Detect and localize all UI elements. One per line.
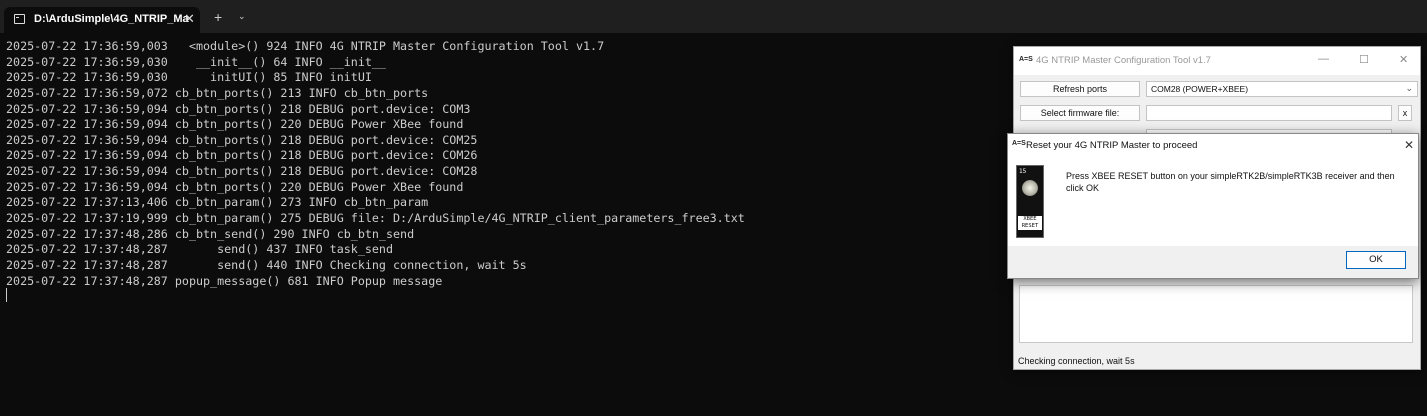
new-tab-button[interactable]: + — [214, 9, 222, 25]
terminal-line: 2025-07-22 17:37:48,287 send() 440 INFO … — [6, 257, 527, 272]
select-firmware-button[interactable]: Select firmware file: — [1020, 105, 1140, 121]
terminal-line: 2025-07-22 17:36:59,094 cb_btn_ports() 2… — [6, 132, 478, 147]
chevron-down-icon: ⌄ — [1405, 83, 1413, 93]
refresh-ports-button[interactable]: Refresh ports — [1020, 81, 1140, 97]
close-icon[interactable]: ✕ — [1399, 53, 1408, 66]
port-select[interactable]: COM28 (POWER+XBEE) ⌄ — [1146, 81, 1418, 97]
terminal-line: 2025-07-22 17:37:19,999 cb_btn_param() 2… — [6, 211, 745, 226]
popup-titlebar: A=S Reset your 4G NTRIP Master to procee… — [1008, 134, 1418, 158]
terminal-line: 2025-07-22 17:37:48,287 popup_message() … — [6, 273, 443, 288]
chevron-down-icon[interactable]: ⌄ — [238, 11, 246, 22]
terminal-line: 2025-07-22 17:36:59,094 cb_btn_ports() 2… — [6, 101, 471, 116]
close-icon[interactable]: ✕ — [184, 11, 195, 27]
terminal-line: 2025-07-22 17:37:48,287 send() 437 INFO … — [6, 242, 394, 257]
terminal-line: 2025-07-22 17:36:59,030 __init__() 64 IN… — [6, 54, 386, 69]
terminal-output: 2025-07-22 17:36:59,003 <module>() 924 I… — [6, 39, 745, 289]
ardusimple-logo-icon: A=S — [1019, 56, 1033, 63]
popup-message: Press XBEE RESET button on your simpleRT… — [1066, 171, 1395, 193]
firmware-path-field[interactable] — [1146, 105, 1392, 121]
terminal-line: 2025-07-22 17:36:59,094 cb_btn_ports() 2… — [6, 148, 478, 163]
terminal-line: 2025-07-22 17:36:59,003 <module>() 924 I… — [6, 39, 605, 53]
terminal-tab-strip: D:\ArduSimple\4G_NTRIP_Ma ✕ + ⌄ — [0, 0, 1427, 33]
terminal-icon — [14, 14, 25, 24]
clear-firmware-button[interactable]: x — [1398, 105, 1412, 121]
port-select-value: COM28 (POWER+XBEE) — [1151, 84, 1249, 94]
popup-title: Reset your 4G NTRIP Master to proceed — [1026, 140, 1198, 151]
maximize-icon[interactable]: ☐ — [1359, 53, 1369, 66]
terminal-line: 2025-07-22 17:37:13,406 cb_btn_param() 2… — [6, 195, 429, 210]
terminal-line: 2025-07-22 17:36:59,030 initUI() 85 INFO… — [6, 70, 372, 85]
close-icon[interactable]: ✕ — [1404, 138, 1414, 152]
terminal-line: 2025-07-22 17:36:59,094 cb_btn_ports() 2… — [6, 117, 464, 132]
terminal-line: 2025-07-22 17:36:59,094 cb_btn_ports() 2… — [6, 179, 464, 194]
terminal-tab[interactable]: D:\ArduSimple\4G_NTRIP_Ma ✕ — [4, 7, 200, 33]
reset-button-knob — [1022, 180, 1038, 196]
status-text: Checking connection, wait 5s — [1018, 356, 1135, 366]
ok-button[interactable]: OK — [1346, 251, 1406, 269]
log-textarea[interactable] — [1019, 285, 1413, 343]
minimize-icon[interactable]: — — [1318, 53, 1329, 65]
terminal-cursor — [6, 288, 7, 302]
ardusimple-logo-icon: A=S — [1012, 140, 1026, 147]
terminal-line: 2025-07-22 17:36:59,072 cb_btn_ports() 2… — [6, 85, 429, 100]
terminal-tab-title: D:\ArduSimple\4G_NTRIP_Ma — [34, 13, 189, 25]
terminal-line: 2025-07-22 17:37:48,286 cb_btn_send() 29… — [6, 226, 415, 241]
terminal-line: 2025-07-22 17:36:59,094 cb_btn_ports() 2… — [6, 164, 478, 179]
image-label: XBEE RESET — [1018, 216, 1042, 230]
popup-body: 15 XBEE RESET Press XBEE RESET button on… — [1008, 158, 1418, 246]
xbee-reset-button-image: 15 XBEE RESET — [1016, 165, 1044, 238]
image-number: 15 — [1019, 168, 1027, 175]
window-titlebar: A=S 4G NTRIP Master Configuration Tool v… — [1014, 47, 1420, 75]
window-title: 4G NTRIP Master Configuration Tool v1.7 — [1036, 55, 1211, 66]
reset-popup-dialog: A=S Reset your 4G NTRIP Master to procee… — [1007, 133, 1419, 279]
